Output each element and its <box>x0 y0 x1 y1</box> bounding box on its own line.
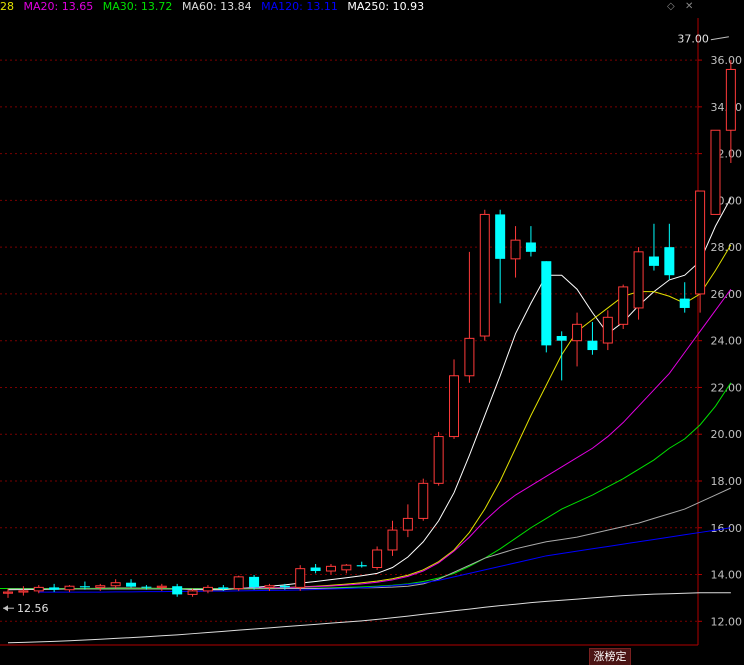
max-price-label: 37.00 <box>677 33 709 46</box>
candle-body-up <box>64 585 75 591</box>
candle-body-down <box>249 576 260 588</box>
y-tick-label: 26.00 <box>711 288 743 301</box>
candle-body-up <box>264 585 275 588</box>
candle-body-down <box>648 256 659 266</box>
ma-line-ma5 <box>7 197 732 591</box>
diamond-icon[interactable]: ◇ <box>667 2 677 12</box>
candle-body-up <box>479 213 490 337</box>
candle-body-up <box>695 190 706 295</box>
candle-body-down <box>141 586 152 588</box>
ma-line-ma250 <box>7 592 731 644</box>
candle-body-up <box>433 436 444 484</box>
candle-body-up <box>295 568 306 588</box>
ma-line-ma20 <box>0 288 732 590</box>
candle-body-up <box>464 337 475 377</box>
candle-body-up <box>372 549 383 569</box>
min-price-label: 12.56 <box>17 602 49 615</box>
legend-ma250: MA250: 10.93 <box>347 0 425 13</box>
candle-body-down <box>556 336 567 341</box>
candle-body-up <box>602 316 613 344</box>
candle-body-down <box>279 585 290 588</box>
candle-body-down <box>172 586 183 595</box>
candle-body-up <box>510 239 521 260</box>
candle-body-up <box>187 590 198 595</box>
ma-line-ma120 <box>38 527 731 593</box>
y-tick-label: 24.00 <box>711 335 743 348</box>
y-tick-label: 20.00 <box>711 428 743 441</box>
ma-line-ma60 <box>8 487 732 590</box>
candle-body-up <box>33 586 44 592</box>
candle-body-down <box>356 565 367 567</box>
candle-body-up <box>3 591 13 594</box>
close-icon[interactable]: ✕ <box>685 2 695 12</box>
candle-body-up <box>402 517 413 531</box>
candle-body-up <box>95 585 106 588</box>
candle-body-up <box>633 251 644 309</box>
candle-body-down <box>541 261 552 346</box>
candle-body-down <box>310 567 321 572</box>
candle-body-down <box>79 586 90 588</box>
candle-body-up <box>572 323 583 342</box>
price-chart[interactable]: 12.0014.0016.0018.0020.0022.0024.0026.00… <box>0 0 744 665</box>
legend-ma20: MA20: 13.65 <box>23 0 94 13</box>
legend-ma10: 28 <box>0 0 14 13</box>
y-tick-label: 14.00 <box>711 569 743 582</box>
candle-body-down <box>664 247 675 276</box>
max-pointer <box>710 36 729 41</box>
kline-chart-window: 12.00 14.00 16.00 18.00 20.00 22.00 24.00 26.00… <box>0 0 744 665</box>
ma-legend: 28 MA20: 13.65 MA30: 13.72 MA60: 13.84 M… <box>0 0 430 14</box>
y-tick-label: 18.00 <box>711 475 743 488</box>
candle-body-up <box>618 286 629 325</box>
candle-body-up <box>341 564 352 571</box>
candle-body-down <box>587 340 598 351</box>
limit-up-tag[interactable]: 涨榜定 <box>589 648 631 665</box>
candle-body-up <box>387 529 398 551</box>
ma-line-ma30 <box>0 382 732 590</box>
legend-ma30: MA30: 13.72 <box>102 0 173 13</box>
candle-body-up <box>18 590 29 593</box>
candle-body-down <box>525 242 536 252</box>
candle-body-down <box>126 582 137 587</box>
candle-body-up <box>449 375 460 438</box>
candle-body-up <box>233 576 244 590</box>
legend-ma60: MA60: 13.84 <box>181 0 252 13</box>
candle-body-down <box>218 587 229 590</box>
candle-body-up <box>710 129 721 215</box>
candle-body-down <box>679 298 690 308</box>
candle-body-up <box>156 585 167 588</box>
candle-body-down <box>49 587 60 590</box>
y-tick-label: 36.00 <box>711 54 743 67</box>
min-arrow <box>3 605 8 612</box>
candle-body-up <box>725 68 736 131</box>
y-tick-label: 22.00 <box>711 381 743 394</box>
y-tick-label: 12.00 <box>711 615 743 628</box>
candle-body-up <box>110 582 121 587</box>
legend-ma120: MA120: 13.11 <box>261 0 338 13</box>
candle-body-up <box>325 565 336 572</box>
candle-body-down <box>495 214 506 259</box>
candle-body-up <box>202 586 213 592</box>
candle-body-up <box>418 482 429 519</box>
